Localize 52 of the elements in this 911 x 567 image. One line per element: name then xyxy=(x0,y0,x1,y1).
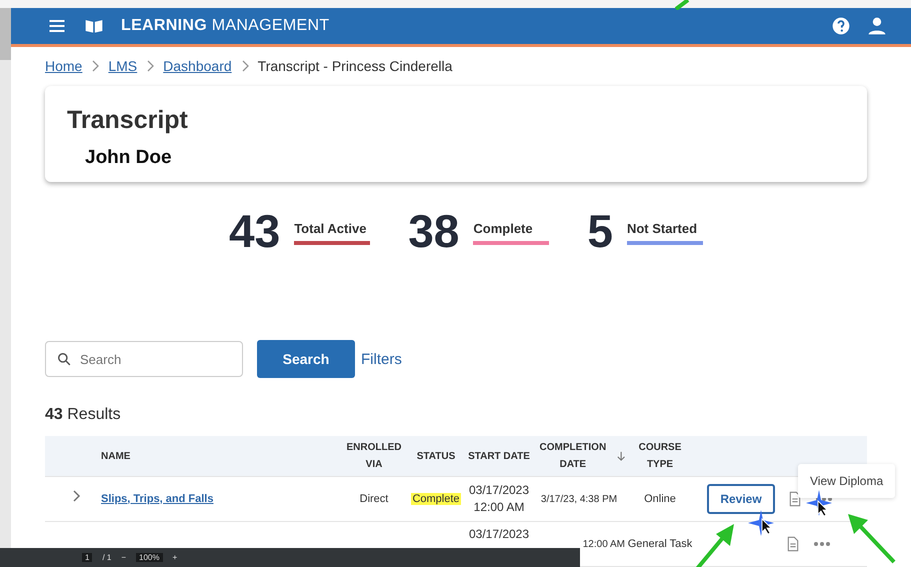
chevron-right-icon xyxy=(90,60,100,72)
column-header[interactable]: START DATE xyxy=(465,448,533,464)
stat-value: 43 xyxy=(229,204,280,258)
stat-label: Complete xyxy=(473,221,550,245)
zoom-field[interactable]: 100% xyxy=(136,553,162,562)
search-button[interactable]: Search xyxy=(257,340,355,378)
sort-down-icon xyxy=(616,450,625,462)
help-icon xyxy=(831,16,851,36)
column-header[interactable]: COMPLETION DATE xyxy=(533,439,625,473)
column-header[interactable]: COURSE TYPE xyxy=(625,439,695,473)
table-cell-text: General Task xyxy=(626,536,694,552)
search-field[interactable]: Search xyxy=(45,341,243,377)
table-cell-text: 03/17/2023 12:00 AM xyxy=(468,482,530,516)
zoom-in-button[interactable]: + xyxy=(172,553,178,562)
review-button[interactable]: Review xyxy=(707,484,775,514)
stat-value: 38 xyxy=(408,204,460,258)
course-link[interactable]: Slips, Trips, and Falls xyxy=(101,492,214,504)
table-cell-text: 03/17/2023 xyxy=(468,526,530,543)
table-cell-text: 3/17/23, 4:38 PM xyxy=(540,492,618,506)
annotation-arrow xyxy=(846,512,898,564)
chevron-right-icon xyxy=(71,489,81,503)
mouse-cursor-icon xyxy=(817,500,827,516)
stat-value: 5 xyxy=(587,204,613,258)
document-icon xyxy=(787,490,803,508)
column-header[interactable]: ENROLLED VIA xyxy=(341,439,407,473)
zoom-out-button[interactable]: − xyxy=(121,553,126,562)
table-cell-text: Direct xyxy=(358,492,390,506)
table-cell-text: 12:00 AM xyxy=(582,538,625,552)
status-badge: Complete xyxy=(411,492,461,504)
column-header[interactable]: NAME xyxy=(101,448,341,464)
page-number-field[interactable]: 1 xyxy=(82,553,92,562)
document-icon xyxy=(785,535,801,553)
stat-label: Not Started xyxy=(626,221,703,245)
learner-name: John Doe xyxy=(85,147,173,169)
page-count: / 1 xyxy=(102,553,112,562)
table-cell-text: Online xyxy=(643,492,677,506)
breadcrumb-link[interactable]: LMS xyxy=(108,58,138,74)
chevron-right-icon xyxy=(240,60,250,72)
breadcrumb-link[interactable]: Dashboard xyxy=(163,58,232,74)
results-count: 43 Results xyxy=(45,406,122,424)
breadcrumb-current: Transcript - Princess Cinderella xyxy=(258,58,452,74)
app-title: LEARNING MANAGEMENT xyxy=(121,17,330,35)
card-title: Transcript xyxy=(67,106,189,135)
column-header[interactable]: STATUS xyxy=(407,448,465,464)
chevron-right-icon xyxy=(145,60,156,72)
search-icon xyxy=(57,352,71,366)
user-icon xyxy=(867,16,887,36)
stat-label: Total Active xyxy=(294,221,370,245)
tooltip: View Diploma xyxy=(798,464,896,498)
breadcrumb-link[interactable]: Home xyxy=(45,58,82,74)
more-icon xyxy=(813,541,831,547)
filters-link[interactable]: Filters xyxy=(361,350,402,368)
